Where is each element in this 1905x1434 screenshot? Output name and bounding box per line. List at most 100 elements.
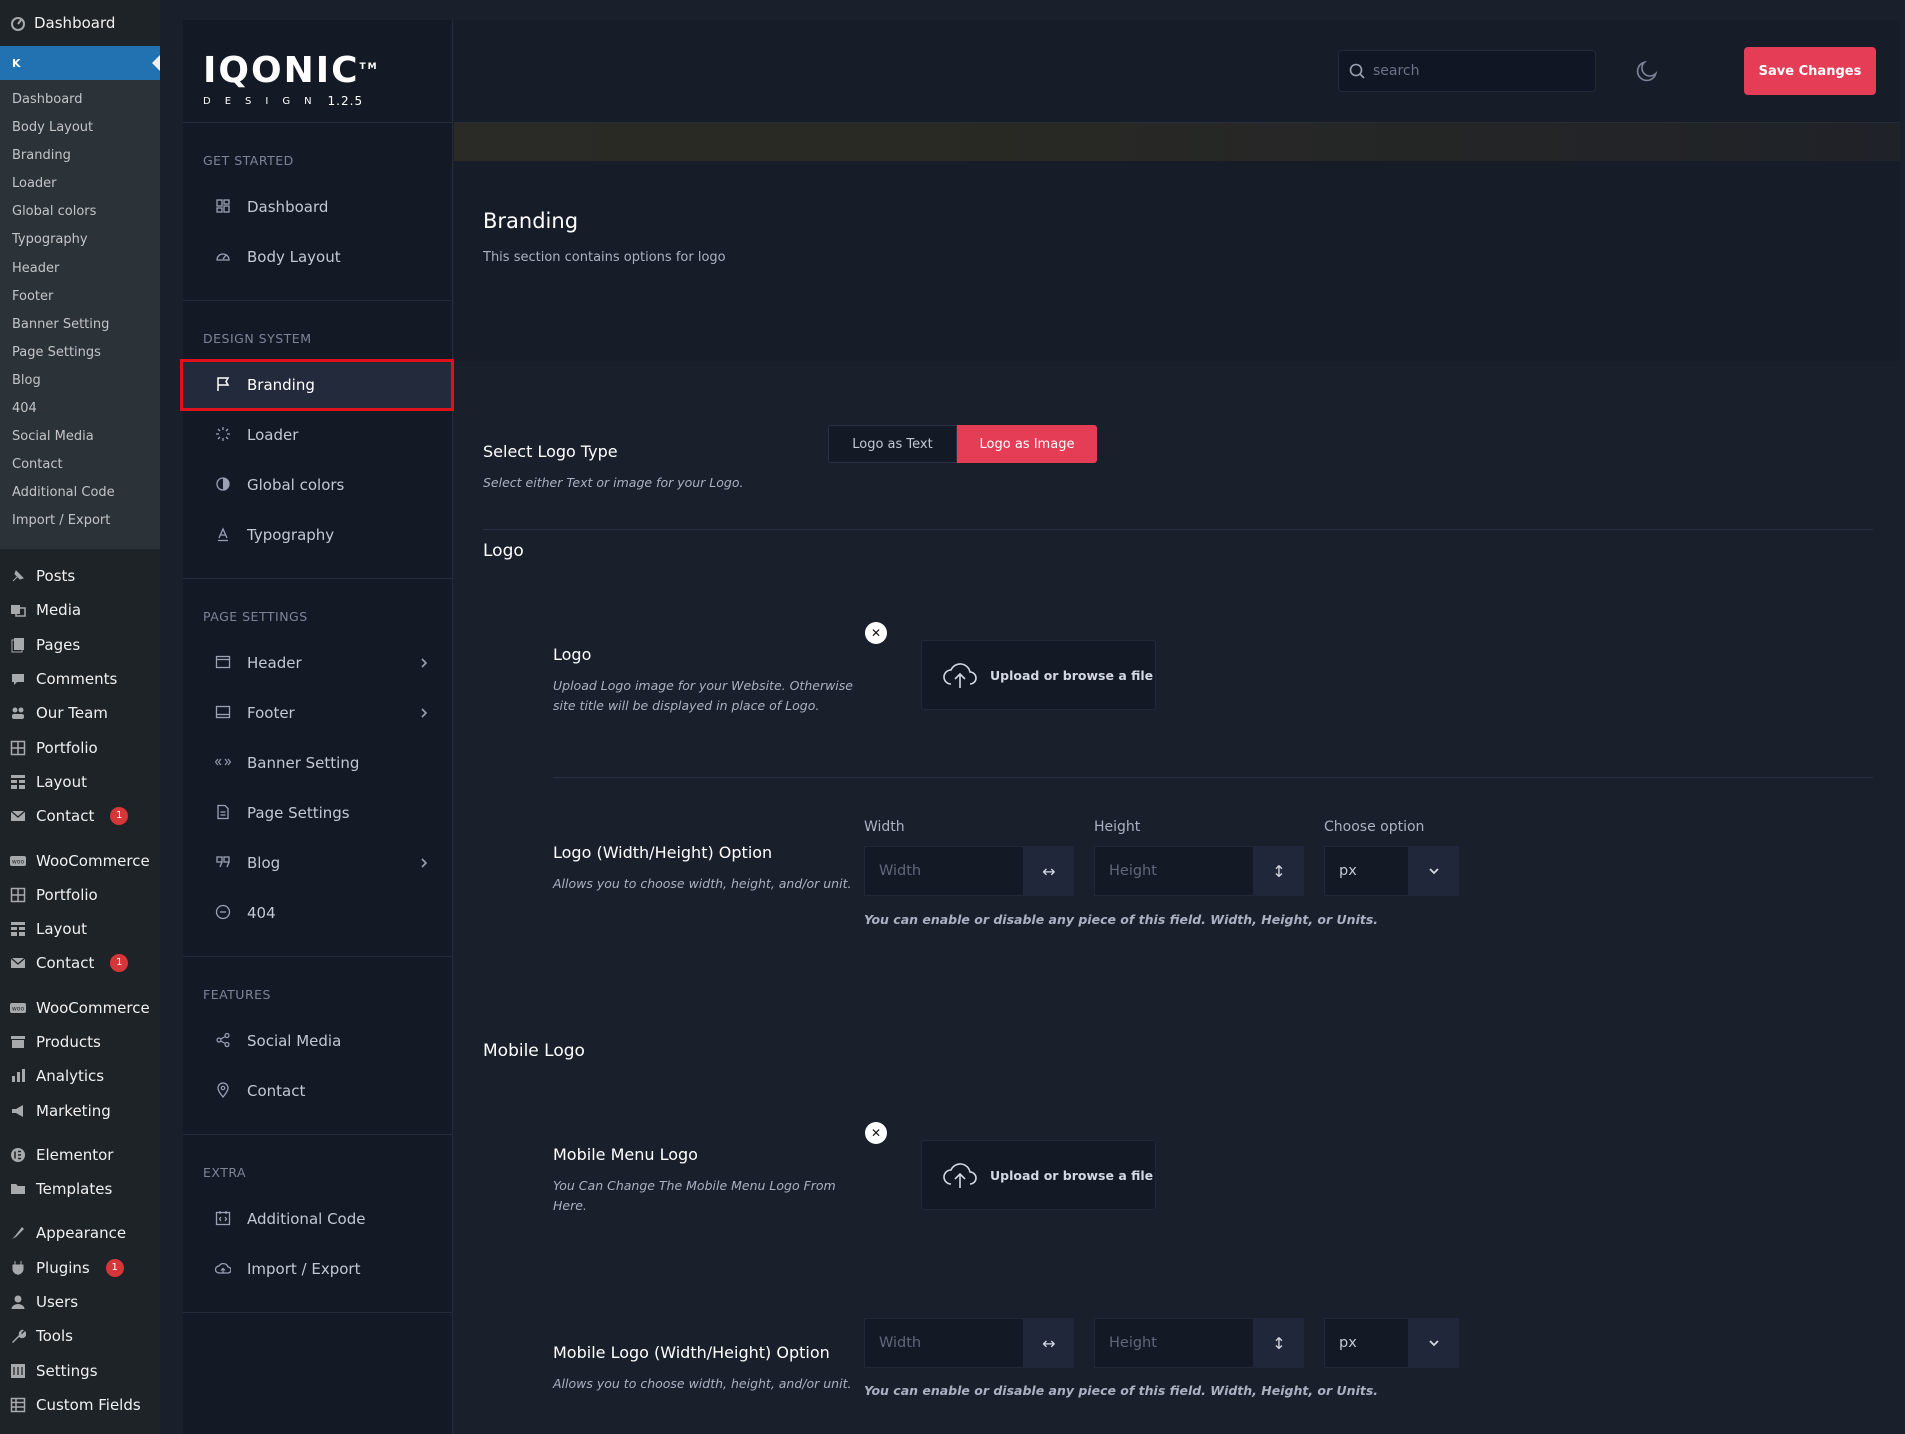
width-input[interactable]: Width	[864, 846, 1024, 896]
nav-item-dashboard[interactable]: Dashboard	[183, 182, 452, 232]
wp-menu-item[interactable]: Custom Fields	[0, 1388, 160, 1422]
cloud-upload-icon	[943, 1163, 977, 1188]
nav-item-branding[interactable]: Branding	[180, 359, 454, 411]
wp-menu-item[interactable]: Layout	[0, 912, 160, 946]
wp-submenu-item[interactable]: Footer	[0, 283, 160, 311]
wp-menu-item[interactable]: Templates	[0, 1172, 160, 1206]
wp-submenu-item[interactable]: Global colors	[0, 198, 160, 226]
team-icon	[10, 705, 26, 721]
wp-menu-item[interactable]: Settings	[0, 1354, 160, 1388]
mobile-size-desc: Allows you to choose width, height, and/…	[553, 1376, 852, 1391]
wp-menu-item[interactable]: Our Team	[0, 696, 160, 730]
wp-submenu-item[interactable]: Social Media	[0, 423, 160, 451]
wp-submenu-item[interactable]: 404	[0, 395, 160, 423]
mobile-unit-select[interactable]: px	[1324, 1318, 1459, 1368]
nav-item-page-settings[interactable]: Page Settings	[183, 788, 452, 838]
wp-menu-item[interactable]: Posts	[0, 559, 160, 593]
wp-active-plugin-menu[interactable]: K	[0, 46, 160, 80]
contrast-icon	[215, 476, 233, 494]
nav-item-import-export[interactable]: Import / Export	[183, 1244, 452, 1294]
remove-mobile-logo-close-icon[interactable]: ✕	[865, 1122, 887, 1144]
wp-submenu-item[interactable]: Loader	[0, 170, 160, 198]
nav-item-404[interactable]: 404	[183, 888, 452, 938]
mobile-size-label: Mobile Logo (Width/Height) Option	[553, 1343, 830, 1362]
save-changes-button[interactable]: Save Changes	[1744, 47, 1876, 95]
wp-submenu-item[interactable]: Branding	[0, 142, 160, 170]
logo-size-label: Logo (Width/Height) Option	[553, 843, 773, 862]
search-input[interactable]: search	[1338, 50, 1596, 92]
logo-type-desc: Select either Text or image for your Log…	[483, 475, 744, 490]
wp-menu-label: Portfolio	[36, 738, 98, 757]
logo-as-text-option[interactable]: Logo as Text	[828, 425, 957, 463]
wp-submenu-item[interactable]: Body Layout	[0, 114, 160, 142]
nav-item-header[interactable]: Header	[183, 638, 452, 688]
nav-item-social-media[interactable]: Social Media	[183, 1016, 452, 1066]
moon-icon[interactable]	[1634, 58, 1660, 84]
wp-menu-item[interactable]: Layout	[0, 765, 160, 799]
nav-item-blog[interactable]: Blog	[183, 838, 452, 888]
wp-submenu-item[interactable]: Page Settings	[0, 339, 160, 367]
grid-icon	[10, 740, 26, 756]
topbar: search Save Changes	[454, 20, 1900, 123]
wp-menu-item[interactable]: Contact 1	[0, 799, 160, 833]
search-icon	[1349, 63, 1365, 79]
logo-as-image-option[interactable]: Logo as Image	[957, 425, 1097, 463]
height-label: Height	[1094, 819, 1141, 835]
wp-menu-item[interactable]: Media	[0, 593, 160, 627]
wp-submenu-item[interactable]: Header	[0, 255, 160, 283]
wp-submenu-item[interactable]: Dashboard	[0, 86, 160, 114]
wp-menu-label: Layout	[36, 772, 87, 791]
remove-logo-close-icon[interactable]: ✕	[865, 622, 887, 644]
mobile-width-input[interactable]: Width	[864, 1318, 1024, 1368]
divider	[553, 777, 1873, 778]
gauge-icon	[215, 248, 233, 266]
wp-menu-item[interactable]: Analytics	[0, 1059, 160, 1093]
wp-menu-item[interactable]: Pages	[0, 628, 160, 662]
logo-size-hint: You can enable or disable any piece of t…	[864, 912, 1379, 927]
nav-item-label: Loader	[247, 426, 299, 444]
wp-menu-item[interactable]: Appearance	[0, 1216, 160, 1250]
logo-section-title: Logo	[483, 541, 524, 561]
wp-menu-label: Elementor	[36, 1145, 114, 1164]
nav-item-body-layout[interactable]: Body Layout	[183, 232, 452, 282]
wp-menu-item[interactable]: Marketing	[0, 1093, 160, 1127]
wp-menu-item[interactable]: Tools	[0, 1319, 160, 1353]
logo-size-label-block: Logo (Width/Height) Option Allows you to…	[553, 843, 873, 894]
wp-submenu-item[interactable]: Typography	[0, 226, 160, 254]
location-icon	[215, 1082, 233, 1100]
mobile-logo-upload-dropzone[interactable]: Upload or browse a file	[921, 1140, 1156, 1210]
wp-menu-item[interactable]: woo WooCommerce	[0, 843, 160, 877]
wp-menu-item[interactable]: Comments	[0, 662, 160, 696]
folder-icon	[10, 1181, 26, 1197]
wp-menu-item[interactable]: Portfolio	[0, 878, 160, 912]
wp-submenu-item[interactable]: Banner Setting	[0, 311, 160, 339]
wp-submenu-item[interactable]: Import / Export	[0, 507, 160, 535]
logo-upload-dropzone[interactable]: Upload or browse a file	[921, 640, 1156, 710]
nav-item-global-colors[interactable]: Global colors	[183, 460, 452, 510]
wp-menu-item[interactable]: Portfolio	[0, 730, 160, 764]
nav-item-contact[interactable]: Contact	[183, 1066, 452, 1116]
wp-submenu-item[interactable]: Blog	[0, 367, 160, 395]
nav-item-banner-setting[interactable]: Banner Setting	[183, 738, 452, 788]
wp-dashboard-label: Dashboard	[34, 14, 116, 32]
wp-menu-item[interactable]: Users	[0, 1285, 160, 1319]
wp-menu-item[interactable]: Elementor	[0, 1138, 160, 1172]
nav-item-additional-code[interactable]: Additional Code	[183, 1194, 452, 1244]
wp-submenu-item[interactable]: Additional Code	[0, 479, 160, 507]
nav-group: FEATURES Social Media Contact	[183, 957, 452, 1135]
wp-menu-item[interactable]: Contact 1	[0, 946, 160, 980]
nav-item-typography[interactable]: Typography	[183, 510, 452, 560]
wp-menu-item[interactable]: Products	[0, 1025, 160, 1059]
chevron-right-icon	[420, 654, 428, 673]
logo-unit-select[interactable]: px	[1324, 846, 1459, 896]
brand-logo[interactable]: IQONICTM DESIGN 1.2.5	[183, 20, 452, 123]
height-input[interactable]: Height	[1094, 846, 1254, 896]
nav-item-loader[interactable]: Loader	[183, 410, 452, 460]
wp-dashboard-menu[interactable]: Dashboard	[0, 0, 160, 46]
wp-menu-item[interactable]: Plugins 1	[0, 1251, 160, 1285]
wp-submenu-item[interactable]: Contact	[0, 451, 160, 479]
mobile-height-input[interactable]: Height	[1094, 1318, 1254, 1368]
wp-menu-item[interactable]: woo WooCommerce	[0, 991, 160, 1025]
nav-item-footer[interactable]: Footer	[183, 688, 452, 738]
mail-icon	[10, 808, 26, 824]
